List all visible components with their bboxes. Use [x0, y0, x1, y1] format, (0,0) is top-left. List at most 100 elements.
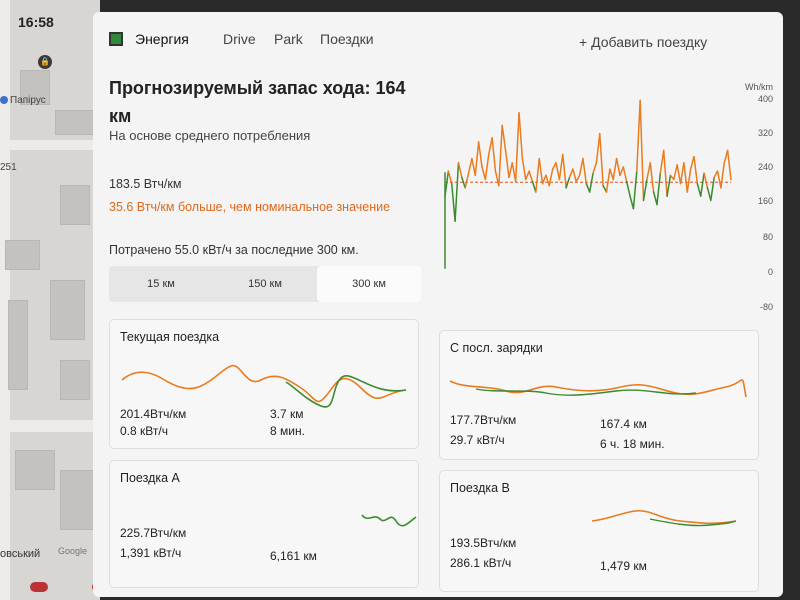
google-logo: Google	[58, 546, 88, 556]
y-tick: 160	[757, 196, 773, 206]
map-street-label: овський	[0, 548, 41, 560]
card-current-trip[interactable]: Текущая поездка 201.4Втч/км 0.8 кВт/ч 3.…	[109, 319, 419, 449]
consumption-line-segment	[467, 157, 473, 174]
card-since-charge[interactable]: С посл. зарядки 177.7Втч/км 29.7 кВт/ч 1…	[439, 330, 759, 460]
y-tick: 320	[757, 128, 773, 138]
card-title: Поездка A	[120, 471, 180, 485]
consumption-line-segment	[646, 162, 651, 181]
map-road	[0, 420, 100, 432]
consumption-line-segment	[710, 176, 715, 202]
consumption-line-segment	[706, 187, 712, 202]
card-title: Текущая поездка	[120, 330, 220, 344]
consumption-line-segment	[622, 166, 628, 183]
location-pin-icon	[0, 96, 8, 105]
card-title: С посл. зарядки	[450, 341, 543, 355]
consumption-difference: 35.6 Втч/км больше, чем номинальное знач…	[109, 200, 391, 214]
consumption-line-segment	[535, 157, 540, 193]
consumption-line-segment	[578, 157, 584, 177]
consumption-line-segment	[716, 170, 722, 189]
tab-drive[interactable]: Drive	[223, 31, 256, 47]
consumption-line-segment	[498, 124, 503, 187]
trip-b-consumption: 193.5Втч/км	[450, 536, 517, 550]
consumption-line-segment	[568, 168, 574, 179]
map-poi[interactable]: Папірус	[0, 95, 46, 106]
screen: 16:58 🔒 Папірус 251 овський Google Энерг…	[0, 0, 800, 600]
average-consumption: 183.5 Втч/км	[109, 177, 182, 191]
battery-icon	[109, 32, 123, 46]
consumption-line-segment	[501, 124, 507, 152]
consumption-line-segment	[636, 99, 641, 172]
consumption-line-segment	[649, 162, 655, 193]
consumption-line-segment	[477, 141, 483, 168]
y-tick: 0	[767, 267, 773, 277]
trip-a-sparkline	[361, 514, 417, 527]
map-building	[8, 300, 28, 390]
current-time: 8 мин.	[270, 424, 305, 438]
range-option-300[interactable]: 300 км	[317, 266, 421, 302]
consumption-line-segment	[666, 174, 672, 197]
consumption-line-segment	[487, 137, 493, 156]
map-building	[60, 360, 90, 400]
tab-trips[interactable]: Поездки	[320, 31, 374, 47]
lock-icon[interactable]: 🔒	[38, 55, 52, 69]
consumption-line-segment	[528, 170, 534, 183]
range-option-150[interactable]: 150 км	[213, 266, 317, 302]
current-energy: 0.8 кВт/ч	[120, 424, 168, 438]
since-charge-sparkline	[449, 379, 747, 398]
card-trip-a[interactable]: Поездка A 225.7Втч/км 1,391 кВт/ч 6,161 …	[109, 460, 419, 588]
consumption-line-segment	[662, 149, 668, 197]
consumption-line-segment	[450, 182, 456, 222]
consumption-line-segment	[696, 182, 702, 197]
range-subtitle: На основе среднего потребления	[109, 128, 311, 143]
add-trip-button[interactable]: + Добавить поездку	[579, 34, 707, 50]
clock: 16:58	[18, 14, 54, 30]
map-road	[0, 140, 100, 150]
consumption-line-segment	[481, 166, 487, 181]
consumption-line-segment	[726, 149, 732, 181]
map-building	[15, 450, 55, 490]
card-title: Поездка B	[450, 481, 510, 495]
consumption-line-segment	[599, 132, 604, 187]
consumption-line-segment	[676, 164, 682, 185]
card-trip-b[interactable]: Поездка B 193.5Втч/км 286.1 кВт/ч 1,479 …	[439, 470, 759, 592]
steering-heat-icon[interactable]	[30, 582, 48, 592]
y-tick: 80	[762, 232, 773, 242]
panel-header: Энергия Drive Park Поездки + Добавить по…	[93, 12, 783, 60]
charge-consumption: 177.7Втч/км	[450, 413, 517, 427]
map-poi-label: Папірус	[10, 95, 46, 106]
map-building	[5, 240, 40, 270]
consumption-line-segment	[625, 180, 631, 197]
range-option-15[interactable]: 15 км	[109, 266, 213, 302]
tab-energy[interactable]: Энергия	[135, 31, 189, 47]
trip-a-distance: 6,161 км	[270, 549, 317, 563]
consumption-line-segment	[673, 164, 678, 181]
consumption-line-segment	[582, 157, 588, 185]
consumption-line-segment	[464, 172, 470, 189]
energy-spent: Потрачено 55.0 кВт/ч за последние 300 км…	[109, 243, 359, 257]
map-building	[60, 470, 95, 530]
consumption-line-segment	[514, 112, 520, 183]
energy-panel: Энергия Drive Park Поездки + Добавить по…	[93, 12, 783, 597]
consumption-line-segment	[639, 99, 645, 202]
trip-b-energy: 286.1 кВт/ч	[450, 556, 512, 570]
tab-park[interactable]: Park	[274, 31, 303, 47]
consumption-line-segment	[518, 112, 524, 160]
map-building	[50, 280, 85, 340]
consumption-line-segment	[659, 149, 665, 174]
consumption-line-segment	[572, 168, 577, 183]
consumption-line-segment	[555, 162, 561, 181]
trip-a-energy: 1,391 кВт/ч	[120, 546, 182, 560]
current-trip-sparkline	[121, 364, 407, 408]
map-view[interactable]: 16:58 🔒 Папірус 251 овський Google	[0, 0, 100, 600]
consumption-line-segment	[558, 153, 564, 181]
consumption-line-segment	[504, 149, 510, 179]
consumption-line-segment	[484, 153, 490, 181]
consumption-line-segment	[703, 172, 709, 189]
consumption-line-segment	[619, 166, 625, 177]
consumption-chart	[444, 99, 732, 269]
consumption-line-segment	[679, 162, 685, 185]
consumption-line-segment	[525, 170, 530, 181]
charge-time: 6 ч. 18 мин.	[600, 437, 665, 451]
consumption-line-segment	[457, 162, 463, 179]
trip-b-distance: 1,479 км	[600, 559, 647, 573]
